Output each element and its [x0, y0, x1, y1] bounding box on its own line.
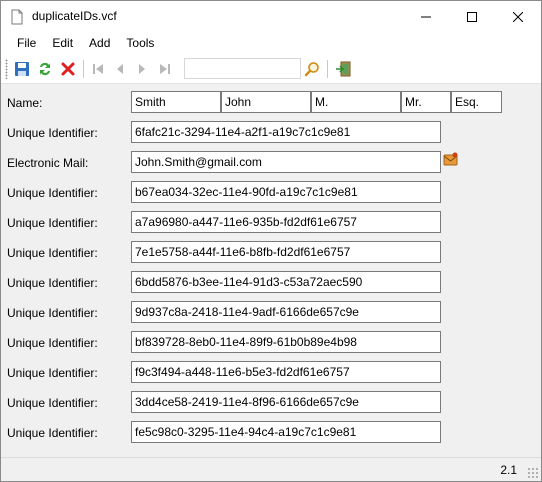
- unique-identifier-field[interactable]: a7a96980-a447-11e6-935b-fd2df61e6757: [131, 211, 441, 233]
- row-label: Unique Identifier:: [7, 126, 98, 140]
- maximize-icon: [467, 11, 477, 22]
- family-name-field[interactable]: Smith: [131, 91, 221, 113]
- version-text: 2.1: [500, 463, 517, 477]
- middle-name-field[interactable]: M.: [311, 91, 401, 113]
- search-button[interactable]: [303, 60, 321, 78]
- unique-identifier-field[interactable]: b67ea034-32ec-11e4-90fd-a19c7c1c9e81: [131, 181, 441, 203]
- menu-file[interactable]: File: [9, 32, 44, 54]
- refresh-icon: [40, 62, 50, 76]
- menu-tools[interactable]: Tools: [118, 32, 162, 54]
- row-label: Unique Identifier:: [7, 186, 98, 200]
- unique-identifier-field[interactable]: f9c3f494-a448-11e6-b5e3-fd2df61e6757: [131, 361, 441, 383]
- toolbar-separator: [327, 60, 328, 78]
- first-record-icon: [93, 64, 103, 74]
- unique-identifier-field[interactable]: 6bdd5876-b3ee-11e4-91d3-c53a72aec590: [131, 271, 441, 293]
- row-label: Unique Identifier:: [7, 426, 98, 440]
- delete-icon: [61, 62, 75, 76]
- toolbar: [1, 54, 541, 84]
- name-suffix-field[interactable]: Esq.: [451, 91, 502, 113]
- row-label: Electronic Mail:: [7, 156, 89, 170]
- app-window: duplicateIDs.vcf File Edit Add Tools Nam…: [0, 0, 542, 482]
- given-name-field[interactable]: John: [221, 91, 311, 113]
- menu-add[interactable]: Add: [81, 32, 118, 54]
- window-title: duplicateIDs.vcf: [32, 9, 117, 23]
- save-button[interactable]: [13, 60, 31, 78]
- maximize-button[interactable]: [449, 1, 495, 32]
- delete-button[interactable]: [59, 60, 77, 78]
- email-send-button[interactable]: [443, 151, 459, 167]
- exit-button[interactable]: [334, 60, 352, 78]
- row-label: Unique Identifier:: [7, 216, 98, 230]
- last-record-button[interactable]: [156, 60, 174, 78]
- close-button[interactable]: [495, 1, 541, 32]
- unique-identifier-field[interactable]: 6fafc21c-3294-11e4-a2f1-a19c7c1c9e81: [131, 121, 441, 143]
- toolbar-separator: [83, 60, 84, 78]
- row-label: Unique Identifier:: [7, 366, 98, 380]
- contact-form: Name: Smith John M. Mr. Esq. Unique Iden…: [1, 85, 541, 456]
- previous-record-icon: [117, 64, 123, 74]
- document-icon: [9, 9, 25, 25]
- toolbar-grip[interactable]: [5, 59, 8, 79]
- row-label: Unique Identifier:: [7, 246, 98, 260]
- row-label: Unique Identifier:: [7, 336, 98, 350]
- title-bar: duplicateIDs.vcf: [1, 1, 541, 32]
- mail-icon: [443, 152, 458, 166]
- unique-identifier-field[interactable]: 3dd4ce58-2419-11e4-8f96-6166de657c9e: [131, 391, 441, 413]
- unique-identifier-field[interactable]: 7e1e5758-a44f-11e6-b8fb-fd2df61e6757: [131, 241, 441, 263]
- exit-icon: [336, 61, 351, 77]
- row-label: Unique Identifier:: [7, 306, 98, 320]
- name-label: Name:: [7, 96, 43, 110]
- menu-edit[interactable]: Edit: [44, 32, 81, 54]
- status-bar: 2.1: [1, 457, 541, 481]
- refresh-button[interactable]: [36, 60, 54, 78]
- unique-identifier-field[interactable]: bf839728-8eb0-11e4-89f9-61b0b89e4b98: [131, 331, 441, 353]
- row-label: Unique Identifier:: [7, 276, 98, 290]
- previous-record-button[interactable]: [111, 60, 129, 78]
- search-icon: [304, 62, 319, 77]
- first-record-button[interactable]: [89, 60, 107, 78]
- search-input[interactable]: [184, 58, 301, 79]
- last-record-icon: [160, 64, 170, 74]
- name-prefix-field[interactable]: Mr.: [401, 91, 451, 113]
- unique-identifier-field[interactable]: 9d937c8a-2418-11e4-9adf-6166de657c9e: [131, 301, 441, 323]
- save-icon: [15, 62, 29, 76]
- minimize-icon: [421, 16, 431, 17]
- next-record-icon: [139, 64, 145, 74]
- unique-identifier-field[interactable]: fe5c98c0-3295-11e4-94c4-a19c7c1c9e81: [131, 421, 441, 443]
- close-icon: [513, 11, 523, 22]
- row-label: Unique Identifier:: [7, 396, 98, 410]
- next-record-button[interactable]: [133, 60, 151, 78]
- menu-bar: File Edit Add Tools: [1, 32, 541, 54]
- resize-grip-icon[interactable]: [527, 467, 539, 479]
- email-field[interactable]: John.Smith@gmail.com: [131, 151, 441, 173]
- minimize-button[interactable]: [403, 1, 449, 32]
